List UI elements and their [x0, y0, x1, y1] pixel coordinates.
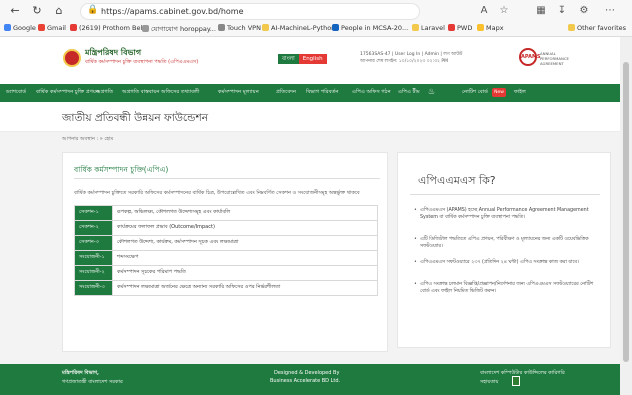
nav-apa-prepare[interactable]: বার্ষিক কর্মসম্পাদন চুক্তি প্রণয়ন	[36, 89, 99, 97]
nav-apa-office[interactable]: এপিএ অফিস গঠন	[352, 89, 391, 97]
last-login: আপনার শেষ লগইন: ১০/১০/২০২৩ ০২:৩২ PM	[360, 59, 448, 64]
notice-badge: New	[492, 88, 506, 97]
footer-org: মন্ত্রিপরিষদ বিভাগ,	[62, 370, 99, 376]
bell-icon[interactable]: ♨	[428, 87, 435, 96]
pwd-icon	[448, 24, 455, 31]
list-item: এটি ডিজিটাল পদ্ধতিতে এপিএ প্রণয়ন, পরিবী…	[414, 236, 602, 250]
government-logo-icon[interactable]	[63, 49, 81, 67]
section-key: সংযোজনী-২	[74, 265, 113, 281]
scroll-thumb[interactable]	[623, 62, 629, 362]
gmail-icon	[38, 24, 45, 31]
bookmark-ai-ml[interactable]: AI-MachineL-Python	[262, 24, 335, 32]
nav-progress[interactable]: অগ্রগতি	[96, 89, 113, 97]
footer-support-2: সহায়তায়	[480, 379, 499, 385]
apams-tagline-3: AGREEMENT	[540, 61, 564, 66]
browser-chrome: ← ↻ ⌂ 🔒 https://apams.cabinet.gov.bd/hom…	[0, 0, 632, 37]
table-row: সংযোজনী-১ শব্দসংক্ষেপ	[74, 250, 378, 266]
nav-notice-board[interactable]: নোটিশ বোর্ড	[462, 89, 488, 97]
nav-report[interactable]: প্রতিবেদন	[276, 89, 296, 97]
address-bar[interactable]: 🔒 https://apams.cabinet.gov.bd/home	[80, 3, 420, 20]
back-icon[interactable]: ←	[8, 4, 22, 18]
read-aloud-icon[interactable]: A	[478, 5, 490, 16]
section-value: কার্যক্রমের ফলাফল প্রভাব (Outcome/Impact…	[112, 220, 378, 236]
more-icon[interactable]: ⋯	[604, 5, 616, 16]
folder-icon	[568, 24, 575, 31]
section-key: সংযোজনী-১	[74, 250, 113, 266]
divider	[74, 178, 380, 179]
list-item: এপিএএমএস সফটওয়্যারে ২৩৭ (প্রতিদিন ২৪ ঘন…	[414, 259, 602, 266]
section-key: সেকশন-৩	[74, 235, 113, 251]
apa-card-title: বার্ষিক কর্মসম্পাদন চুক্তি(এপিএ)	[74, 165, 169, 174]
map-icon	[477, 24, 484, 31]
bookmark-pwd[interactable]: PWD	[448, 24, 472, 32]
footer-gov: গণপ্রজাতন্ত্রী বাংলাদেশ সরকার	[62, 379, 123, 385]
section-key: সেকশন-২	[74, 220, 113, 236]
home-icon[interactable]: ⌂	[52, 4, 66, 18]
divider	[410, 194, 600, 195]
table-row: সংযোজনী-৩ কর্মসম্পাদন লক্ষ্যমাত্রা অর্জনে…	[74, 280, 378, 296]
downloads-icon[interactable]: ↧	[556, 5, 568, 16]
footer-credit-company[interactable]: Business Accelerate BD Ltd.	[270, 378, 340, 384]
section-key: সেকশন-১	[74, 205, 113, 221]
bookmark-prothom[interactable]: (2619) Prothom Bel...	[70, 24, 149, 32]
linkedin-icon	[332, 24, 339, 31]
breadcrumb[interactable]: আপনার অবস্থান : » হোম	[62, 136, 113, 144]
extensions-icon[interactable]: ⚙	[578, 5, 590, 16]
nav-apa-team[interactable]: এপিএ টীম	[398, 89, 420, 97]
apa-card-description: বার্ষিক কর্মসম্পাদন চুক্তিতে সরকারি অফিস…	[74, 190, 360, 196]
bookmarks-bar: Google Gmail (2619) Prothom Bel... যোগায…	[0, 22, 632, 36]
list-item: এপিএ সংক্রান্ত চলমান বিজ্ঞপ্তি/প্রজ্ঞাপন…	[414, 281, 602, 295]
table-row: সেকশন-১ রূপকল্প, অভিলক্ষ্য, কৌশলগত উদ্দেশ…	[74, 205, 378, 221]
bookmark-gmail[interactable]: Gmail	[38, 24, 66, 32]
table-row: সেকশন-২ কার্যক্রমের ফলাফল প্রভাব (Outcome…	[74, 220, 378, 236]
site-footer: মন্ত্রিপরিষদ বিভাগ, গণপ্রজাতন্ত্রী বাংলা…	[0, 364, 620, 395]
site-subtitle: বার্ষিক কর্মসম্পাদন চুক্তি ব্যবস্থাপনা প…	[85, 59, 199, 65]
apa-sections-table: সেকশন-১ রূপকল্প, অভিলক্ষ্য, কৌশলগত উদ্দেশ…	[74, 205, 378, 296]
vpn-icon	[218, 24, 225, 31]
section-value: কৌশলগত উদ্দেশ্য, কার্যক্রম, কর্মসম্পাদন …	[112, 235, 378, 251]
apams-info-title: এপিএএমএস কি?	[418, 174, 496, 187]
youtube-icon	[70, 24, 77, 31]
lang-bangla[interactable]: বাংলা	[278, 54, 299, 64]
nav-change-division[interactable]: বিভাগ পরিবর্তন	[306, 89, 339, 97]
nav-evaluation[interactable]: কর্মসম্পাদন মূল্যায়ন	[218, 89, 259, 97]
url-text: https://apams.cabinet.gov.bd/home	[101, 7, 244, 16]
reload-icon[interactable]: ↻	[30, 4, 44, 18]
bookmark-laravel[interactable]: Laravel	[412, 24, 445, 32]
nav-office-info[interactable]: অগ্রগতি বাস্তবায়ন অফিসের তথ্যাবলী	[122, 89, 199, 97]
table-row: সেকশন-৩ কৌশলগত উদ্দেশ্য, কার্যক্রম, কর্মস…	[74, 235, 378, 251]
bookmark-mcsa[interactable]: People in MCSA-20...	[332, 24, 408, 32]
bookmark-mapx[interactable]: Mapx	[477, 24, 504, 32]
section-value: কর্মসম্পাদন সূচকের পরিমাপ পদ্ধতি	[112, 265, 378, 281]
bookmark-other[interactable]: Other favorites	[568, 24, 626, 32]
footer-support-1: বাংলাদেশ কম্পিউটার কাউন্সিলের কারিগরি	[480, 370, 565, 376]
lock-icon: 🔒	[87, 5, 99, 15]
language-switch[interactable]: বাংলা English	[278, 54, 327, 64]
footer-credit-label: Designed & Developed By	[274, 370, 340, 376]
user-links[interactable]: 17563SAS-47 | User Log In | Admin | লগ আ…	[360, 51, 462, 58]
bookmark-google[interactable]: Google	[4, 24, 36, 32]
table-row: সংযোজনী-২ কর্মসম্পাদন সূচকের পরিমাপ পদ্ধত…	[74, 265, 378, 281]
nav-file[interactable]: ফাইল	[514, 89, 526, 97]
section-key: সংযোজনী-৩	[74, 280, 113, 296]
bookmark-horoppay[interactable]: যোগাযোগ horoppay...	[142, 24, 216, 35]
main-nav: ড্যাশবোর্ড বার্ষিক কর্মসম্পাদন চুক্তি প্…	[0, 84, 620, 102]
apams-logo-icon: APAMS	[519, 48, 541, 66]
lang-english[interactable]: English	[298, 54, 327, 64]
section-value: রূপকল্প, অভিলক্ষ্য, কৌশলগত উদ্দেশ্যসমূহ …	[112, 205, 378, 221]
bcc-logo-icon	[512, 376, 520, 386]
collections-icon[interactable]: ▦	[535, 5, 547, 16]
page-icon	[142, 25, 149, 32]
favorite-icon[interactable]: ☆	[498, 5, 510, 16]
google-icon	[4, 24, 11, 31]
list-item: এপিএএমএস (APAMS) হচ্ছে Annual Performanc…	[414, 207, 602, 221]
section-value: কর্মসম্পাদন লক্ষ্যমাত্রা অর্জনের ক্ষেত্র…	[112, 280, 378, 296]
page-title: জাতীয় প্রতিবন্ধী উন্নয়ন ফাউন্ডেশন	[62, 112, 209, 124]
nav-dashboard[interactable]: ড্যাশবোর্ড	[6, 89, 26, 97]
section-value: শব্দসংক্ষেপ	[112, 250, 378, 266]
bookmark-touchvpn[interactable]: Touch VPN	[218, 24, 261, 32]
folder-icon	[262, 24, 269, 31]
folder-icon	[412, 24, 419, 31]
